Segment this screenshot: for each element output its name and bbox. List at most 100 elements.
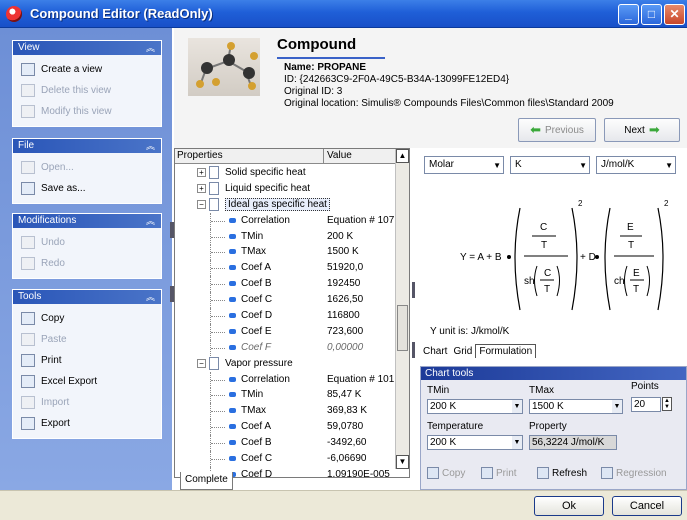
left-footer [0,490,172,520]
property-name: Coef A [241,421,272,433]
chevron-down-icon: ▼ [512,400,522,413]
tab-grid[interactable]: Grid [450,345,475,358]
file-group-title: File [18,140,35,151]
table-row[interactable]: Coef C -6,06690 [175,451,397,468]
excel-icon [21,375,35,388]
temperature-unit-select[interactable]: K ▼ [510,156,590,174]
table-row[interactable]: Correlation Equation # 107 [175,212,397,229]
task-pane: View ︽ Create a view Delete this view Modif… [0,28,172,492]
tab-chart[interactable]: Chart [420,345,450,358]
tree-group-row[interactable]: + Liquid specific heat [175,181,397,197]
tools-item-copy[interactable]: Copy [13,308,161,329]
previous-button[interactable]: ⬅ Previous [518,118,596,142]
expand-icon[interactable]: + [197,183,206,193]
view-item-delete-this-view[interactable]: Delete this view [13,80,161,101]
chart-print-button[interactable]: Print [481,467,517,479]
formula-t-num-2: T [628,240,634,251]
table-row[interactable]: Coef F 0,00000 [175,339,397,356]
scroll-down-button[interactable]: ▼ [396,455,409,469]
folder-open-icon [21,161,35,174]
delete-view-icon [21,84,35,97]
middle-splitter-handle[interactable] [412,282,415,298]
view-item-modify-this-view[interactable]: Modify this view [13,101,161,122]
view-group-header[interactable]: View ︽ [13,41,161,55]
chart-copy-button[interactable]: Copy [427,467,465,479]
temperature-select[interactable]: 200 K ▼ [427,435,523,450]
table-row[interactable]: TMin 200 K [175,228,397,245]
table-row[interactable]: Coef E 723,600 [175,323,397,340]
cancel-button[interactable]: Cancel [612,496,682,516]
y-unit-text: Y unit is: J/kmol/K [430,326,510,337]
grid-scrollbar[interactable]: ▲ ▼ [395,149,409,469]
table-row[interactable]: Coef A 59,0780 [175,419,397,436]
points-input[interactable]: 20 [631,397,661,412]
property-unit-select[interactable]: J/mol/K ▼ [596,156,676,174]
next-button[interactable]: Next ➡ [604,118,680,142]
formula-t-num: T [541,240,547,251]
formula-e-inner: E [633,268,640,279]
points-spinner[interactable]: ▲ ▼ [662,397,672,411]
table-row[interactable]: Coef A 51920,0 [175,260,397,277]
tools-item-excel-export[interactable]: Excel Export [13,371,161,392]
property-bullet-icon [229,233,236,239]
modifications-group-header[interactable]: Modifications ︽ [13,214,161,228]
property-name: Ideal gas specific heat [225,197,330,211]
tmin-select[interactable]: 200 K ▼ [427,399,523,414]
collapse-icon[interactable]: ︽ [146,41,155,55]
regression-icon [601,467,613,479]
tools-group-header[interactable]: Tools ︽ [13,290,161,304]
collapse-icon[interactable]: − [197,358,206,368]
tab-formulation[interactable]: Formulation [475,344,537,358]
modifications-item-redo[interactable]: Redo [13,253,161,274]
points-value: 20 [634,399,646,410]
tools-item-export[interactable]: Export [13,413,161,434]
tree-group-row[interactable]: + Solid specific heat [175,165,397,181]
tools-item-import[interactable]: Import [13,392,161,413]
formula-t-inner-2: T [633,284,639,295]
collapse-icon[interactable]: ︽ [146,139,155,153]
column-header-properties[interactable]: Properties [177,150,223,161]
basis-select[interactable]: Molar ▼ [424,156,504,174]
property-bullet-icon [229,424,236,430]
middle-splitter-handle-2[interactable] [412,342,415,358]
expand-icon[interactable]: + [197,168,206,177]
table-row[interactable]: Coef B 192450 [175,276,397,293]
table-row[interactable]: TMax 1500 K [175,244,397,261]
table-row[interactable]: Coef D 116800 [175,308,397,325]
document-icon [209,166,219,179]
modifications-item-label: Redo [41,258,65,269]
close-button[interactable]: ✕ [664,4,685,25]
properties-grid[interactable]: Properties Value + Solid specific heat + Li… [174,148,410,478]
collapse-icon[interactable]: ︽ [146,214,155,228]
modifications-item-undo[interactable]: Undo [13,232,161,253]
tab-complete[interactable]: Complete [180,472,233,490]
tree-group-row[interactable]: − Ideal gas specific heat [175,197,397,213]
maximize-button[interactable]: □ [641,4,662,25]
ok-button[interactable]: Ok [534,496,604,516]
refresh-button[interactable]: Refresh [537,467,587,479]
file-item-open[interactable]: Open... [13,157,161,178]
tmax-select[interactable]: 1500 K ▼ [529,399,623,414]
view-item-label: Create a view [41,64,103,75]
tools-item-paste[interactable]: Paste [13,329,161,350]
table-row[interactable]: TMin 85,47 K [175,387,397,404]
property-bullet-icon [229,249,236,255]
minimize-button[interactable]: _ [618,4,639,25]
regression-button[interactable]: Regression [601,467,667,479]
table-row[interactable]: Coef C 1626,50 [175,292,397,309]
view-item-create-a-view[interactable]: Create a view [13,59,161,80]
file-item-save-as[interactable]: Save as... [13,178,161,199]
column-header-value[interactable]: Value [327,150,352,161]
scroll-thumb[interactable] [397,305,408,351]
tools-item-print[interactable]: Print [13,350,161,371]
tree-group-row[interactable]: − Vapor pressure [175,356,397,372]
modify-view-icon [21,105,35,118]
scroll-up-button[interactable]: ▲ [396,149,409,163]
table-row[interactable]: Correlation Equation # 101 [175,371,397,388]
original-id: Original ID: 3 [284,86,343,97]
collapse-icon[interactable]: ︽ [146,290,155,304]
table-row[interactable]: TMax 369,83 K [175,403,397,420]
collapse-icon[interactable]: − [197,199,206,209]
file-group-header[interactable]: File ︽ [13,139,161,153]
table-row[interactable]: Coef B -3492,60 [175,435,397,452]
